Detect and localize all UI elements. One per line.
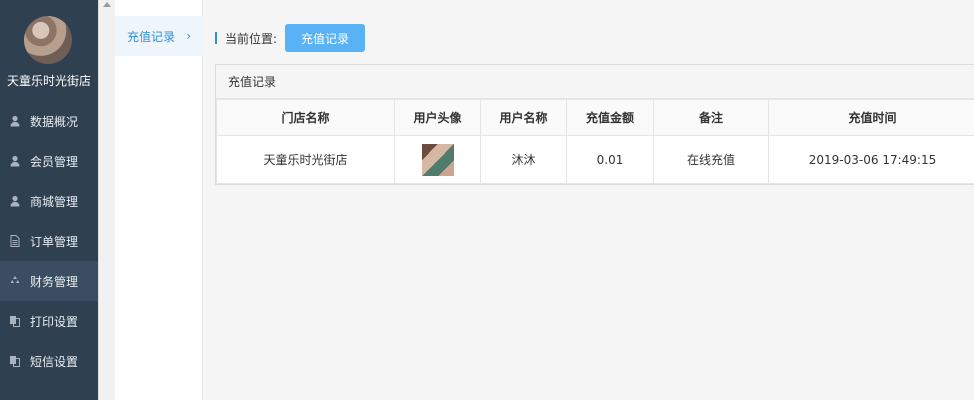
- column-header-avatar: 用户头像: [394, 99, 481, 136]
- panel-title: 充值记录: [216, 65, 974, 99]
- breadcrumb: 当前位置: 充值记录: [215, 24, 366, 52]
- sidebar-item-mall[interactable]: 商城管理: [0, 181, 98, 221]
- sidebar-item-orders[interactable]: 订单管理: [0, 221, 98, 261]
- sidebar-item-sms-settings[interactable]: 短信设置: [0, 341, 98, 381]
- column-header-note: 备注: [653, 99, 769, 136]
- subnav-item-recharge-records[interactable]: 充值记录 ›: [115, 16, 203, 56]
- user-icon: [8, 114, 22, 128]
- chevron-right-icon: ›: [186, 29, 191, 43]
- cell-note: 在线充值: [653, 135, 769, 184]
- column-header-username: 用户名称: [480, 99, 567, 136]
- breadcrumb-accent-bar: [215, 32, 217, 44]
- avatar[interactable]: [24, 16, 72, 64]
- cell-amount: 0.01: [566, 135, 654, 184]
- table-row: 天童乐时光街店 沐沐 0.01 在线充值 2019-03-06 17:49:15: [216, 135, 974, 184]
- sidebar-item-label: 商城管理: [30, 194, 79, 209]
- records-table: 门店名称 用户头像 用户名称 充值金额 备注 充值时间 天童乐时光街店 沐沐 0…: [216, 99, 974, 184]
- store-name: 天童乐时光街店: [6, 74, 91, 88]
- user-icon: [8, 154, 22, 168]
- sidebar-item-label: 财务管理: [30, 274, 79, 289]
- cell-avatar: [394, 135, 481, 184]
- breadcrumb-label: 当前位置:: [225, 31, 278, 46]
- sidebar-item-label: 会员管理: [30, 154, 79, 169]
- cell-store: 天童乐时光街店: [216, 135, 395, 184]
- sidebar: 天童乐时光街店 数据概况 会员管理 商城管理 订单管理 财务管理 打印设置 短信…: [0, 0, 98, 400]
- cell-time: 2019-03-06 17:49:15: [768, 135, 974, 184]
- subnav-item-label: 充值记录: [127, 29, 176, 44]
- file-icon: [8, 234, 22, 248]
- user-avatar-thumbnail[interactable]: [421, 143, 454, 176]
- sidebar-item-members[interactable]: 会员管理: [0, 141, 98, 181]
- cell-username: 沐沐: [480, 135, 567, 184]
- sidebar-item-label: 数据概况: [30, 114, 79, 129]
- column-header-time: 充值时间: [768, 99, 974, 136]
- column-header-store: 门店名称: [216, 99, 395, 136]
- sidebar-item-label: 订单管理: [30, 234, 79, 249]
- sub-navigation: 充值记录 ›: [115, 0, 203, 400]
- sidebar-item-print-settings[interactable]: 打印设置: [0, 301, 98, 341]
- column-header-amount: 充值金额: [566, 99, 654, 136]
- sidebar-item-finance[interactable]: 财务管理: [0, 261, 98, 301]
- sidebar-item-data-overview[interactable]: 数据概况: [0, 101, 98, 141]
- copy-icon: [8, 354, 22, 368]
- user-icon: [8, 194, 22, 208]
- records-panel: 充值记录 门店名称 用户头像 用户名称 充值金额 备注 充值时间 天童乐时光街店: [215, 64, 974, 185]
- table-header-row: 门店名称 用户头像 用户名称 充值金额 备注 充值时间: [216, 99, 974, 136]
- scroll-up-arrow-icon[interactable]: [103, 2, 111, 7]
- sidebar-item-label: 短信设置: [30, 354, 79, 369]
- recycle-icon: [8, 274, 22, 288]
- sidebar-menu: 数据概况 会员管理 商城管理 订单管理 财务管理 打印设置 短信设置: [0, 101, 98, 381]
- sidebar-item-label: 打印设置: [30, 314, 79, 329]
- sidebar-scrollbar[interactable]: [98, 0, 115, 400]
- copy-icon: [8, 314, 22, 328]
- recharge-records-button[interactable]: 充值记录: [285, 24, 366, 52]
- main-content: 当前位置: 充值记录 充值记录 门店名称 用户头像 用户名称 充值金额 备注 充…: [203, 0, 974, 400]
